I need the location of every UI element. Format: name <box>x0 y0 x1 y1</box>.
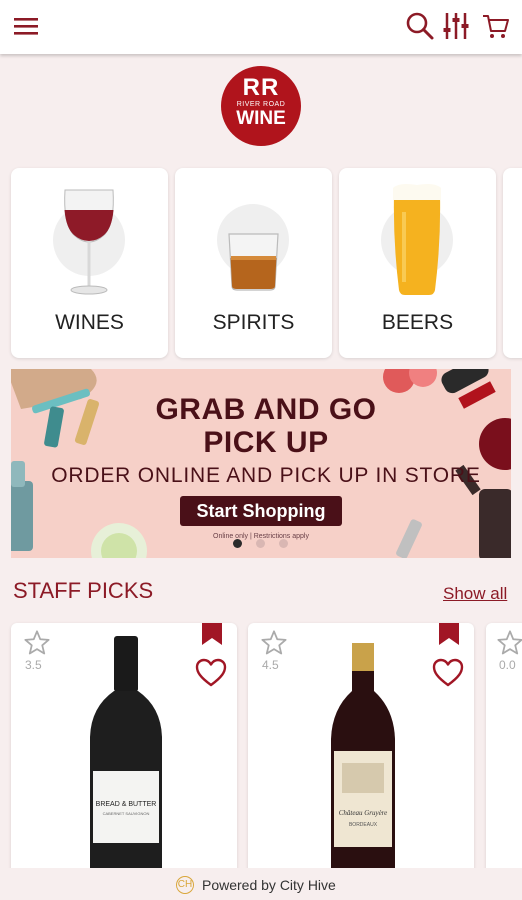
powered-by-footer: CH Powered by City Hive <box>0 868 522 900</box>
beer-glass-icon <box>393 184 441 295</box>
banner-title-line1: GRAB AND GO <box>155 393 377 426</box>
category-card-spirits[interactable]: SPIRITS <box>175 168 332 358</box>
search-icon[interactable] <box>402 8 438 44</box>
start-shopping-button[interactable]: Start Shopping <box>180 496 342 526</box>
star-outline-icon[interactable] <box>496 629 522 657</box>
wine-glass-icon <box>64 189 114 295</box>
product-rating: 4.5 <box>262 658 279 672</box>
bookmark-ribbon-icon <box>202 623 222 645</box>
river-road-wine-logo[interactable]: RR RIVER ROAD WINE <box>221 66 301 146</box>
logo-wordmark: WINE <box>236 108 286 129</box>
carousel-dot-2[interactable] <box>256 539 265 548</box>
star-outline-icon[interactable] <box>260 629 288 657</box>
carousel-dot-3[interactable] <box>279 539 288 548</box>
city-hive-logo-icon: CH <box>176 876 194 894</box>
top-app-bar <box>0 0 522 54</box>
category-label: SPIRITS <box>212 311 295 334</box>
product-card-peek[interactable]: 0.0 <box>486 623 522 883</box>
bottle-label-name: BREAD & BUTTER <box>96 801 157 808</box>
product-card[interactable]: 3.5 BREAD & BUTTER CABERNET SAUVIGNON <box>11 623 237 883</box>
category-card-wines[interactable]: WINES <box>11 168 168 358</box>
heart-favorite-icon[interactable] <box>432 658 464 688</box>
whiskey-glass-icon <box>228 233 279 291</box>
category-card-beers[interactable]: BEERS <box>339 168 496 358</box>
staff-picks-heading: STAFF PICKS <box>13 578 154 603</box>
star-outline-icon[interactable] <box>23 629 51 657</box>
shopping-cart-icon[interactable] <box>478 8 514 44</box>
category-label: WINES <box>55 311 124 334</box>
banner-title-line2: PICK UP <box>203 426 329 459</box>
wine-bottle-image: BREAD & BUTTER CABERNET SAUVIGNON <box>90 636 162 883</box>
footer-text: Powered by City Hive <box>202 877 336 893</box>
wine-bottle-image: Château Gruyère BORDEAUX <box>331 643 395 883</box>
bottle-label-name: Château Gruyère <box>339 809 388 817</box>
product-card[interactable]: 4.5 Château Gruyère BORDEAUX <box>248 623 474 883</box>
category-label: BEERS <box>381 311 454 334</box>
filter-sliders-icon[interactable] <box>438 8 474 44</box>
banner-subtitle: ORDER ONLINE AND PICK UP IN STORE <box>51 464 481 487</box>
logo-monogram: RR <box>242 74 280 101</box>
bottle-label-variety: CABERNET SAUVIGNON <box>103 811 150 816</box>
product-rating: 0.0 <box>499 658 516 672</box>
heart-favorite-icon[interactable] <box>195 658 227 688</box>
show-all-link[interactable]: Show all <box>443 584 507 604</box>
bottle-label-variety: BORDEAUX <box>349 822 378 828</box>
product-rating: 3.5 <box>25 658 42 672</box>
bookmark-ribbon-icon <box>439 623 459 645</box>
category-card-next-peek[interactable] <box>503 168 522 358</box>
hamburger-menu-icon[interactable] <box>8 8 44 44</box>
carousel-dot-1-active[interactable] <box>233 539 242 548</box>
